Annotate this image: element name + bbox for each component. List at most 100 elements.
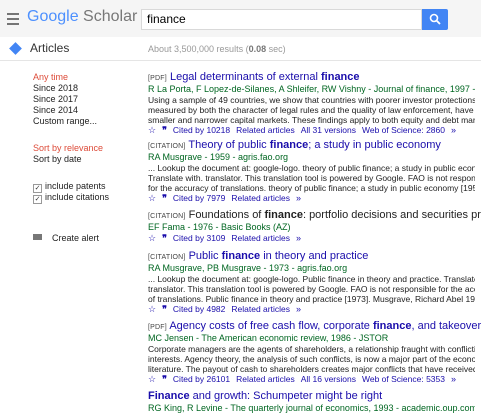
star-icon[interactable]: ☆ bbox=[148, 125, 156, 135]
search-icon bbox=[429, 13, 441, 25]
result-title-bold: finance bbox=[264, 209, 303, 221]
result-snippet-line: Using a sample of 49 countries, we show … bbox=[148, 95, 475, 105]
star-icon[interactable]: ☆ bbox=[148, 233, 156, 243]
result-title[interactable]: [CITATION] Theory of public finance; a s… bbox=[148, 139, 475, 152]
result-snippet-line: Corporate managers are the agents of sha… bbox=[148, 344, 475, 354]
result-links: ☆ ❞ Cited by 26101 Related articles All 16 v… bbox=[148, 374, 475, 385]
results-suffix: sec) bbox=[266, 44, 286, 54]
cited-by-link[interactable]: Cited by 4982 bbox=[173, 304, 225, 314]
cite-icon[interactable]: ❞ bbox=[162, 193, 167, 203]
result-title-text: Theory of public bbox=[188, 139, 270, 151]
result-title[interactable]: [CITATION] Public finance in theory and … bbox=[148, 250, 475, 263]
filter-any-time[interactable]: Any time bbox=[33, 72, 138, 83]
filter-custom-range[interactable]: Custom range... bbox=[33, 116, 138, 127]
cited-by-link[interactable]: Cited by 7979 bbox=[173, 193, 225, 203]
cite-icon[interactable]: ❞ bbox=[162, 374, 167, 384]
result-links: ☆ ❞ Cited by 3109 Related articles » bbox=[148, 233, 475, 244]
related-articles-link[interactable]: Related articles bbox=[231, 304, 290, 314]
include-citations-label: include citations bbox=[45, 192, 110, 202]
result-authors: RG King, R Levine - The quarterly journa… bbox=[148, 403, 475, 413]
more-icon[interactable]: » bbox=[296, 304, 301, 314]
result-title-bold: finance bbox=[269, 139, 309, 151]
cited-by-link[interactable]: Cited by 3109 bbox=[173, 233, 225, 243]
result-item: [CITATION] Theory of public finance; a s… bbox=[148, 139, 475, 204]
result-item: [PDF] Agency costs of free cash flow, co… bbox=[148, 320, 481, 385]
result-tag: [PDF] bbox=[148, 75, 167, 82]
versions-link[interactable]: All 31 versions bbox=[301, 125, 356, 135]
star-icon[interactable]: ☆ bbox=[148, 374, 156, 384]
result-authors: RA Musgrave, PB Musgrave - 1973 - agris.… bbox=[148, 263, 348, 273]
star-icon[interactable]: ☆ bbox=[148, 193, 156, 203]
results-count: About 3,500,000 results (0.08 sec) bbox=[148, 44, 286, 54]
checkbox-checked-icon: ✓ bbox=[33, 184, 42, 193]
result-title-text: , and takeovers bbox=[411, 320, 481, 332]
more-icon[interactable]: » bbox=[296, 193, 301, 203]
result-snippet-line: for the accuracy of translations. theory… bbox=[148, 183, 475, 193]
web-of-science-link[interactable]: Web of Science: 5353 bbox=[362, 374, 445, 384]
sidebar: Any time Since 2018 Since 2017 Since 201… bbox=[33, 72, 138, 244]
more-icon[interactable]: » bbox=[451, 125, 456, 135]
results-time: 0.08 bbox=[248, 44, 267, 54]
result-title-bold: finance bbox=[372, 320, 412, 332]
articles-label[interactable]: Articles bbox=[30, 41, 69, 55]
result-title-text: and growth: Schumpeter might be right bbox=[189, 390, 383, 402]
cite-icon[interactable]: ❞ bbox=[162, 233, 167, 243]
cited-by-link[interactable]: Cited by 26101 bbox=[173, 374, 230, 384]
result-snippet-line: ... Lookup the document at: google-logo.… bbox=[148, 163, 475, 173]
cite-icon[interactable]: ❞ bbox=[162, 125, 167, 135]
result-title-text: Public bbox=[188, 250, 222, 262]
menu-icon[interactable] bbox=[7, 13, 19, 28]
cited-by-link[interactable]: Cited by 10218 bbox=[173, 125, 230, 135]
result-authors: MC Jensen - The American economic review… bbox=[148, 333, 389, 343]
results-count-text: About 3,500,000 results ( bbox=[148, 44, 249, 54]
result-title[interactable]: Finance and growth: Schumpeter might be … bbox=[148, 390, 475, 403]
related-articles-link[interactable]: Related articles bbox=[231, 193, 290, 203]
cite-icon[interactable]: ❞ bbox=[162, 304, 167, 314]
result-title[interactable]: [CITATION] Foundations of finance: portf… bbox=[148, 209, 481, 222]
result-snippet-line: literature. The payout of cash to shareh… bbox=[148, 364, 475, 374]
more-icon[interactable]: » bbox=[451, 374, 456, 384]
create-alert-label: Create alert bbox=[52, 233, 100, 243]
result-title-bold: finance bbox=[321, 71, 360, 83]
result-title-text: : portfolio decisions and securities pri… bbox=[302, 209, 481, 221]
subheader: Articles About 3,500,000 results (0.08 s… bbox=[0, 37, 481, 61]
result-links: ☆ ❞ Cited by 10218 Related articles All 31 v… bbox=[148, 125, 475, 136]
result-snippet-line: Translate with. translator. This transla… bbox=[148, 173, 475, 183]
sort-by-relevance[interactable]: Sort by relevance bbox=[33, 143, 138, 154]
more-icon[interactable]: » bbox=[296, 233, 301, 243]
related-articles-link[interactable]: Related articles bbox=[236, 125, 295, 135]
result-title-text: Agency costs of free cash flow, corporat… bbox=[169, 320, 373, 332]
result-tag: [CITATION] bbox=[148, 213, 186, 220]
filter-since-2017[interactable]: Since 2017 bbox=[33, 94, 138, 105]
create-alert-link[interactable]: Create alert bbox=[33, 233, 138, 244]
result-snippet-line: ... Lookup the document at: google-logo.… bbox=[148, 274, 475, 284]
articles-icon bbox=[9, 42, 22, 55]
result-links: ☆ ❞ Cited by 4982 Related articles » bbox=[148, 304, 475, 315]
include-citations-checkbox[interactable]: ✓ include citations bbox=[33, 192, 138, 204]
related-articles-link[interactable]: Related articles bbox=[236, 374, 295, 384]
star-icon[interactable]: ☆ bbox=[148, 304, 156, 314]
filter-since-2018[interactable]: Since 2018 bbox=[33, 83, 138, 94]
result-title-text: in theory and practice bbox=[260, 250, 369, 262]
result-title[interactable]: [PDF] Legal determinants of external fin… bbox=[148, 71, 475, 84]
google-scholar-logo[interactable]: Google Scholar bbox=[27, 8, 137, 26]
result-snippet-line: smaller and narrower capital markets. Th… bbox=[148, 115, 475, 125]
result-title-bold: finance bbox=[221, 250, 261, 262]
envelope-icon bbox=[33, 234, 42, 240]
checkbox-checked-icon: ✓ bbox=[33, 195, 42, 204]
search-button[interactable] bbox=[422, 9, 448, 30]
result-snippet-line: translator. This translation tool is pow… bbox=[148, 284, 475, 294]
result-authors: R La Porta, F Lopez-de-Silanes, A Shleif… bbox=[148, 84, 475, 94]
result-tag: [CITATION] bbox=[148, 143, 186, 150]
result-title-text: Foundations of bbox=[188, 209, 265, 221]
sort-by-date[interactable]: Sort by date bbox=[33, 154, 138, 165]
result-title[interactable]: [PDF] Agency costs of free cash flow, co… bbox=[148, 320, 481, 333]
result-item: [PDF] Legal determinants of external fin… bbox=[148, 71, 475, 136]
include-patents-checkbox[interactable]: ✓ include patents bbox=[33, 181, 138, 193]
result-title-text: ; a study in public economy bbox=[308, 139, 441, 151]
web-of-science-link[interactable]: Web of Science: 2860 bbox=[362, 125, 445, 135]
filter-since-2014[interactable]: Since 2014 bbox=[33, 105, 138, 116]
versions-link[interactable]: All 16 versions bbox=[301, 374, 356, 384]
search-input[interactable]: finance bbox=[141, 9, 422, 30]
related-articles-link[interactable]: Related articles bbox=[231, 233, 290, 243]
